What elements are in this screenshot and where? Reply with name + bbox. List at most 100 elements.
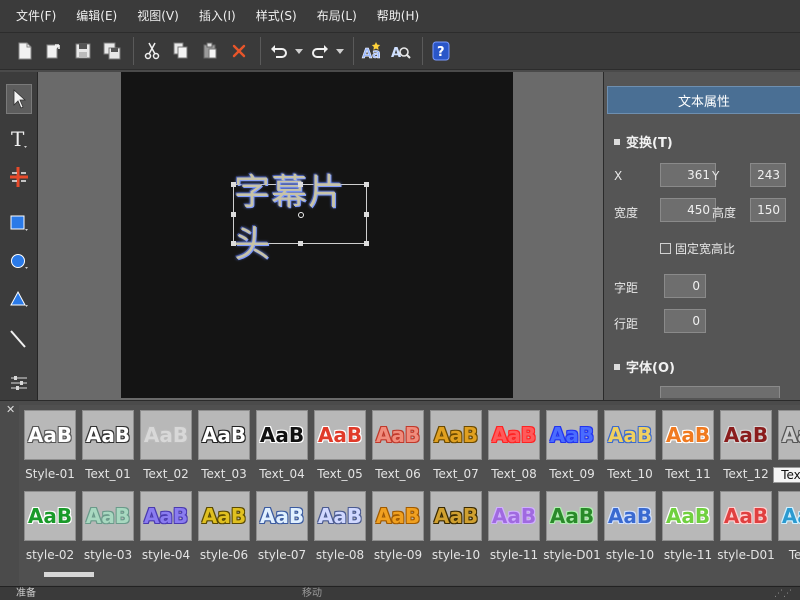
resize-handle-bottom-right[interactable] — [364, 241, 369, 246]
layer-tool[interactable] — [6, 368, 32, 398]
redo-button[interactable] — [307, 37, 333, 65]
menu-help[interactable]: 帮助(H) — [367, 0, 429, 32]
style-tile[interactable]: AaB — [604, 410, 656, 460]
style-tile-label[interactable]: Text_12 — [715, 467, 777, 481]
style-tile[interactable]: AaB — [430, 491, 482, 541]
style-tile[interactable]: AaB — [198, 491, 250, 541]
style-tile[interactable]: AaB — [256, 410, 308, 460]
resize-grip-icon[interactable]: ⋰⋰ — [774, 587, 792, 600]
align-tool[interactable] — [6, 162, 32, 192]
style-tile[interactable]: AaB — [24, 491, 76, 541]
height-field[interactable]: 150 — [750, 198, 786, 222]
style-tile-label[interactable]: style-06 — [193, 548, 255, 562]
style-tile-label[interactable]: style-D01 — [541, 548, 603, 562]
style-tile[interactable]: AaB — [24, 410, 76, 460]
cut-button[interactable] — [139, 37, 165, 65]
width-field[interactable]: 450 — [660, 198, 716, 222]
style-tile-label[interactable]: style-D01 — [715, 548, 777, 562]
style-tile[interactable]: AaB — [314, 491, 366, 541]
style-tile-label[interactable]: style-04 — [135, 548, 197, 562]
menu-edit[interactable]: 编辑(E) — [66, 0, 127, 32]
y-field[interactable]: 243 — [750, 163, 786, 187]
rotation-center[interactable] — [298, 212, 304, 218]
style-tile[interactable]: AaB — [488, 491, 540, 541]
open-file-button[interactable] — [41, 37, 67, 65]
style-tile-label[interactable]: style-10 — [425, 548, 487, 562]
menu-style[interactable]: 样式(S) — [246, 0, 307, 32]
style-tile[interactable]: AaB — [778, 491, 800, 541]
text-tool[interactable]: T — [6, 124, 32, 154]
checkbox-box[interactable] — [660, 243, 671, 254]
style-tile[interactable]: AaB — [372, 491, 424, 541]
undo-dropdown[interactable] — [295, 37, 303, 65]
undo-button[interactable] — [266, 37, 292, 65]
style-tile[interactable]: AaB — [662, 491, 714, 541]
resize-handle-right[interactable] — [364, 212, 369, 217]
resize-handle-bottom-left[interactable] — [231, 241, 236, 246]
font-select[interactable] — [660, 386, 780, 398]
style-tile-label[interactable]: style-08 — [309, 548, 371, 562]
resize-handle-bottom[interactable] — [298, 241, 303, 246]
find-text-button[interactable]: A — [388, 37, 414, 65]
style-tile-label[interactable]: Text_13 — [773, 467, 800, 483]
line-tool[interactable] — [6, 324, 32, 354]
menu-insert[interactable]: 插入(I) — [189, 0, 246, 32]
line-spacing-field[interactable]: 0 — [664, 309, 706, 333]
preview-canvas[interactable]: 字幕片头 — [121, 72, 513, 398]
style-tile[interactable]: AaB — [604, 491, 656, 541]
gallery-scrollbar[interactable] — [44, 572, 94, 577]
style-tile-label[interactable]: Style-01 — [19, 467, 81, 481]
style-tile-label[interactable]: Text_03 — [193, 467, 255, 481]
new-file-button[interactable] — [12, 37, 38, 65]
style-tile-label[interactable]: Text_10 — [599, 467, 661, 481]
style-tile[interactable]: AaB — [546, 491, 598, 541]
resize-handle-top-right[interactable] — [364, 182, 369, 187]
style-tile[interactable]: AaB — [314, 410, 366, 460]
style-tile-label[interactable]: Text_02 — [135, 467, 197, 481]
style-tile-label[interactable]: style-11 — [657, 548, 719, 562]
style-tile-label[interactable]: Text_09 — [541, 467, 603, 481]
style-tile-label[interactable]: Text_04 — [251, 467, 313, 481]
menu-view[interactable]: 视图(V) — [127, 0, 189, 32]
text-style-button[interactable]: Aa — [359, 37, 385, 65]
style-tile[interactable]: AaB — [198, 410, 250, 460]
rectangle-tool[interactable] — [6, 208, 32, 238]
triangle-tool[interactable] — [6, 284, 32, 314]
redo-dropdown[interactable] — [336, 37, 344, 65]
font-section-header[interactable]: 字体(O) — [614, 357, 675, 376]
resize-handle-top[interactable] — [298, 182, 303, 187]
style-tile-label[interactable]: Text_05 — [309, 467, 371, 481]
style-tile-label[interactable]: Text_08 — [483, 467, 545, 481]
resize-handle-top-left[interactable] — [231, 182, 236, 187]
resize-handle-left[interactable] — [231, 212, 236, 217]
close-icon[interactable]: ✕ — [6, 403, 15, 416]
caption-object[interactable]: 字幕片头 — [231, 172, 369, 265]
style-tile-label[interactable]: Text_ — [773, 548, 800, 562]
style-tile[interactable]: AaB — [82, 491, 134, 541]
style-tile-label[interactable]: style-11 — [483, 548, 545, 562]
style-tile-label[interactable]: Text_06 — [367, 467, 429, 481]
paste-button[interactable] — [197, 37, 223, 65]
style-tile-label[interactable]: style-09 — [367, 548, 429, 562]
style-tile-label[interactable]: style-07 — [251, 548, 313, 562]
char-spacing-field[interactable]: 0 — [664, 274, 706, 298]
style-tile-label[interactable]: Text_07 — [425, 467, 487, 481]
style-tile-label[interactable]: Text_01 — [77, 467, 139, 481]
style-tile[interactable]: AaB — [662, 410, 714, 460]
style-tile[interactable]: AaB — [140, 491, 192, 541]
style-tile[interactable]: AaB — [430, 410, 482, 460]
menu-file[interactable]: 文件(F) — [6, 0, 66, 32]
transform-section-header[interactable]: 变换(T) — [614, 132, 673, 151]
style-tile[interactable]: AaB — [546, 410, 598, 460]
menu-layout[interactable]: 布局(L) — [307, 0, 367, 32]
lock-aspect-checkbox[interactable]: 固定宽高比 — [660, 240, 735, 257]
copy-button[interactable] — [168, 37, 194, 65]
x-field[interactable]: 361 — [660, 163, 716, 187]
save-all-button[interactable] — [99, 37, 125, 65]
save-button[interactable] — [70, 37, 96, 65]
style-tile[interactable]: AaB — [720, 491, 772, 541]
style-tile[interactable]: AaB — [256, 491, 308, 541]
style-tile-label[interactable]: style-02 — [19, 548, 81, 562]
help-button[interactable]: ? — [428, 37, 454, 65]
style-tile[interactable]: AaB — [778, 410, 800, 460]
